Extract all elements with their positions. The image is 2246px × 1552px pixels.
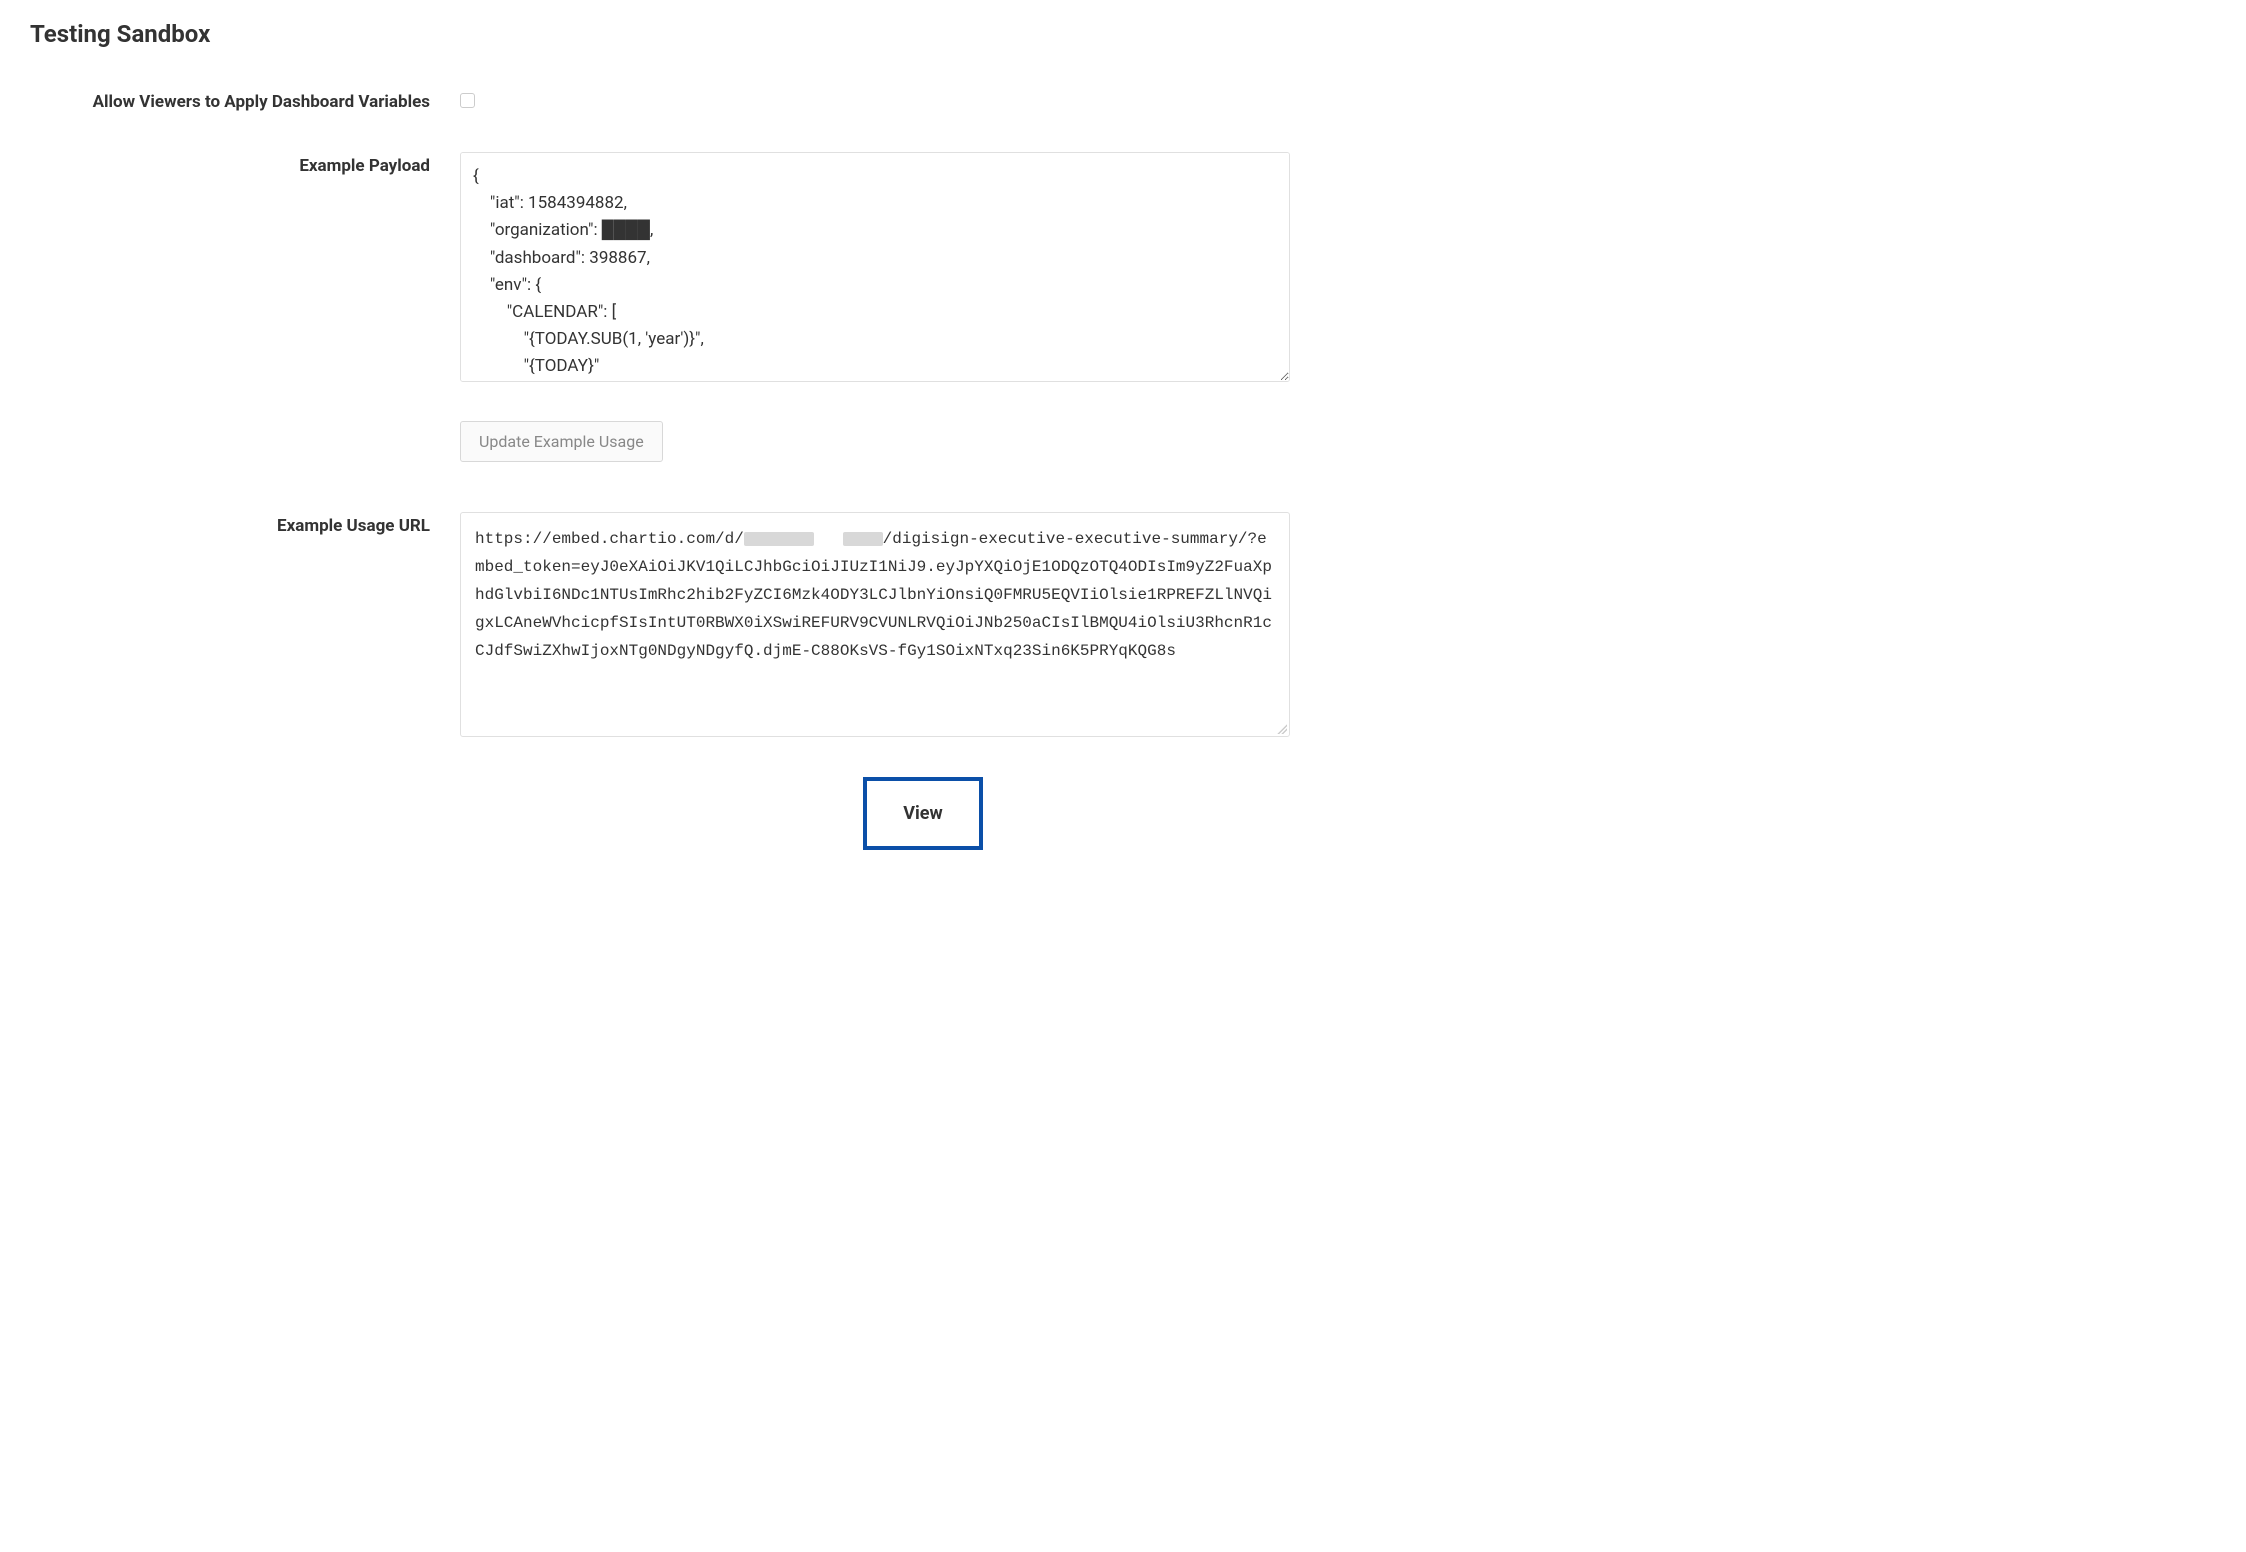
- update-example-usage-row: Update Example Usage: [30, 426, 2216, 462]
- allow-viewers-label: Allow Viewers to Apply Dashboard Variabl…: [30, 88, 460, 112]
- example-usage-url-label: Example Usage URL: [30, 512, 460, 536]
- allow-viewers-checkbox[interactable]: [460, 93, 475, 108]
- redacted-segment: [843, 532, 883, 546]
- section-title: Testing Sandbox: [30, 20, 2216, 48]
- view-button[interactable]: View: [863, 777, 982, 850]
- allow-viewers-row: Allow Viewers to Apply Dashboard Variabl…: [30, 88, 2216, 112]
- example-usage-url-field[interactable]: https://embed.chartio.com/d/ /digisign-e…: [460, 512, 1290, 737]
- example-payload-row: Example Payload: [30, 152, 2216, 386]
- update-example-usage-button[interactable]: Update Example Usage: [460, 421, 663, 462]
- example-payload-label: Example Payload: [30, 152, 460, 176]
- usage-url-prefix: https://embed.chartio.com/d/: [475, 530, 744, 548]
- example-payload-textarea[interactable]: [460, 152, 1290, 382]
- example-usage-url-row: Example Usage URL https://embed.chartio.…: [30, 512, 2216, 737]
- usage-url-suffix: /digisign-executive-executive-summary/?e…: [475, 530, 1272, 660]
- redacted-segment: [744, 532, 814, 546]
